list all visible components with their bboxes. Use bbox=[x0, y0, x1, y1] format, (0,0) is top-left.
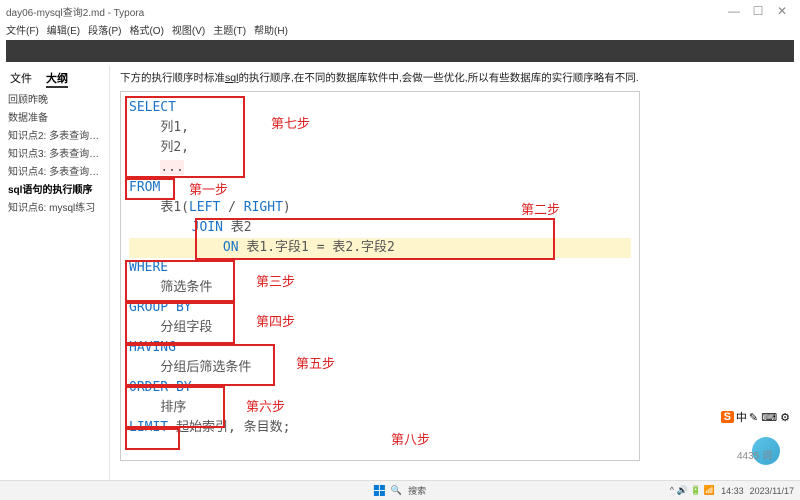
outline-item-active[interactable]: sql语句的执行顺序 bbox=[4, 182, 105, 200]
outline-item[interactable]: 数据准备 bbox=[4, 110, 105, 128]
outline-item[interactable]: 回顾昨晚 bbox=[4, 92, 105, 110]
menu-file[interactable]: 文件(F) bbox=[6, 22, 39, 40]
outline-item[interactable]: 知识点4: 多表查询之子查询 bbox=[4, 164, 105, 182]
minimize-button[interactable]: — bbox=[722, 4, 746, 18]
sidebar: 文件 大纲 回顾昨晚 数据准备 知识点2: 多表查询之as语法 知识点3: 多表… bbox=[0, 66, 110, 484]
word-count: 4435 词 bbox=[737, 447, 772, 462]
step8: 第八步 bbox=[391, 430, 430, 450]
step5: 第五步 bbox=[296, 354, 335, 374]
dark-toolbar bbox=[6, 40, 794, 62]
kw-from: FROM bbox=[129, 180, 160, 195]
menu-paragraph[interactable]: 段落(P) bbox=[88, 22, 121, 40]
taskbar: 🔍 搜索 ^ 🔊 🔋 📶 14:33 2023/11/17 bbox=[0, 480, 800, 500]
outline-item[interactable]: 知识点3: 多表查询之连接关键字的省略 bbox=[4, 146, 105, 164]
step3: 第三步 bbox=[256, 272, 295, 292]
step7: 第七步 bbox=[271, 114, 310, 134]
step6: 第六步 bbox=[246, 397, 285, 417]
tray-icons[interactable]: ^ 🔊 🔋 📶 bbox=[670, 485, 715, 496]
start-button[interactable] bbox=[374, 485, 385, 496]
app-title: day06-mysql查询2.md - Typora bbox=[6, 4, 144, 19]
clock-date[interactable]: 2023/11/17 bbox=[750, 486, 794, 496]
menu-theme[interactable]: 主题(T) bbox=[213, 22, 246, 40]
kw-group: GROUP BY bbox=[129, 300, 192, 315]
menu-view[interactable]: 视图(V) bbox=[172, 22, 205, 40]
editor-pane[interactable]: 下方的执行顺序时标准sql的执行顺序,在不同的数据库软件中,会做一些优化,所以有… bbox=[110, 66, 800, 484]
menu-help[interactable]: 帮助(H) bbox=[254, 22, 288, 40]
maximize-button[interactable]: ☐ bbox=[746, 4, 770, 18]
menu-format[interactable]: 格式(O) bbox=[129, 22, 163, 40]
titlebar: day06-mysql查询2.md - Typora — ☐ ✕ bbox=[0, 0, 800, 22]
kw-on: ON bbox=[223, 240, 239, 255]
search-icon[interactable]: 🔍 bbox=[391, 485, 402, 496]
code-block[interactable]: SELECT 列1, 列2, ... FROM 表1(LEFT / RIGHT)… bbox=[120, 91, 640, 461]
menu-edit[interactable]: 编辑(E) bbox=[47, 22, 80, 40]
menubar: 文件(F) 编辑(E) 段落(P) 格式(O) 视图(V) 主题(T) 帮助(H… bbox=[0, 22, 800, 40]
taskbar-search[interactable]: 搜索 bbox=[408, 484, 426, 497]
outline-item[interactable]: 知识点2: 多表查询之as语法 bbox=[4, 128, 105, 146]
ime-toolbar[interactable]: S中✎ ⌨ ⚙ bbox=[721, 409, 790, 425]
outline-item[interactable]: 知识点6: mysql练习 bbox=[4, 200, 105, 218]
kw-select: SELECT bbox=[129, 100, 176, 115]
clock-time[interactable]: 14:33 bbox=[721, 486, 744, 496]
kw-order: ORDER BY bbox=[129, 380, 192, 395]
kw-where: WHERE bbox=[129, 260, 168, 275]
paragraph: 下方的执行顺序时标准sql的执行顺序,在不同的数据库软件中,会做一些优化,所以有… bbox=[120, 70, 790, 85]
step2: 第二步 bbox=[521, 200, 560, 220]
tab-files[interactable]: 文件 bbox=[10, 70, 32, 88]
close-button[interactable]: ✕ bbox=[770, 4, 794, 18]
step1: 第一步 bbox=[189, 180, 228, 200]
tab-outline[interactable]: 大纲 bbox=[46, 70, 68, 88]
kw-limit: LIMIT bbox=[129, 420, 168, 435]
kw-having: HAVING bbox=[129, 340, 176, 355]
step4: 第四步 bbox=[256, 312, 295, 332]
kw-join: JOIN bbox=[192, 220, 223, 235]
